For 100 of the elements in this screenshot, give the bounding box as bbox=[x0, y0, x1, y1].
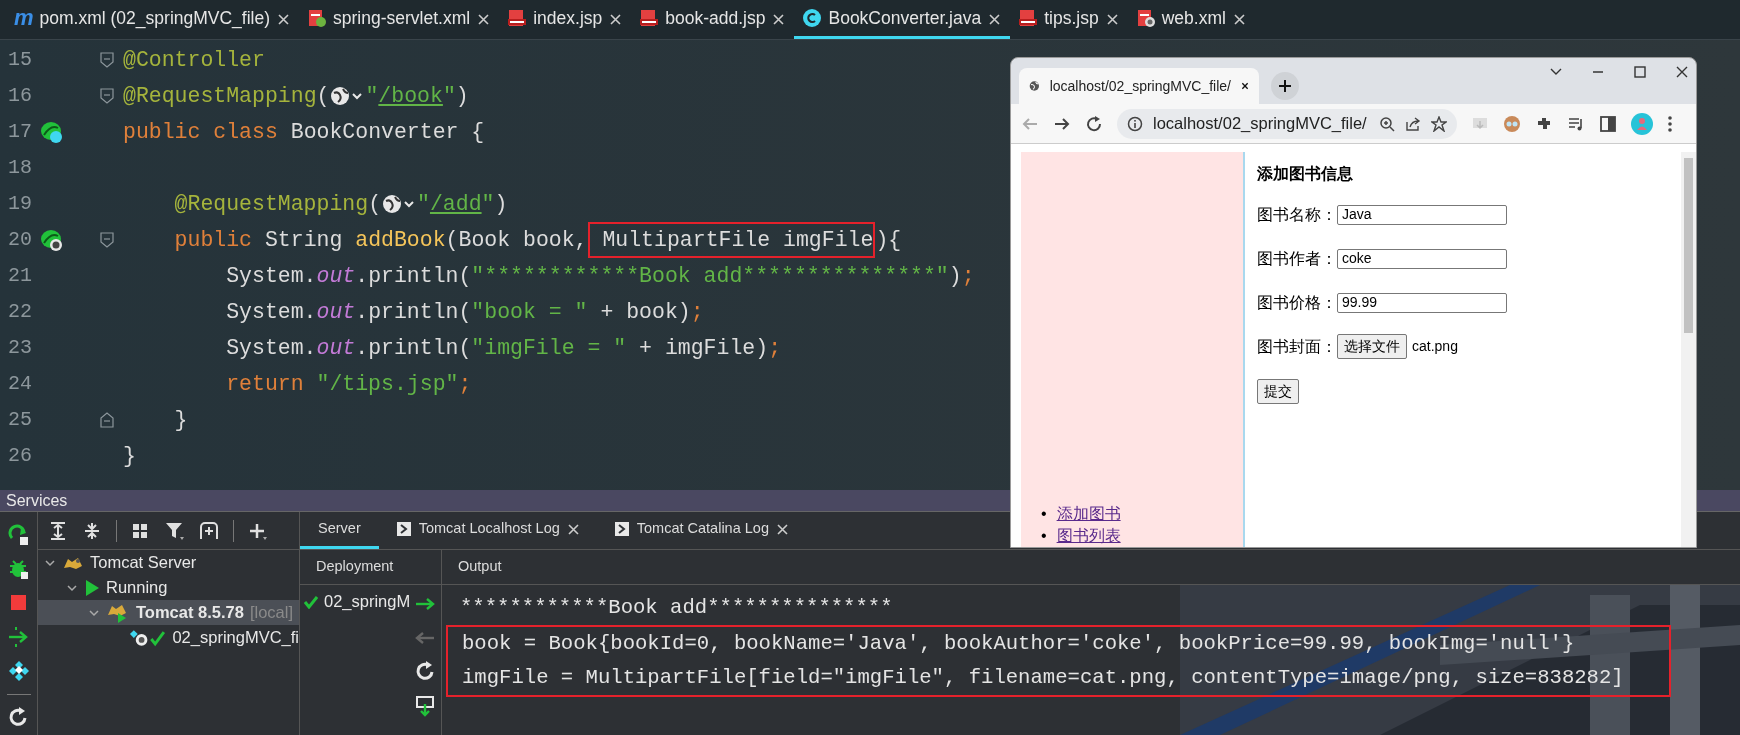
star-icon[interactable] bbox=[1431, 115, 1447, 132]
avatar-icon[interactable] bbox=[1631, 112, 1653, 135]
tree-item[interactable]: 02_springMVC_fi bbox=[38, 625, 299, 650]
panel-title: Services bbox=[6, 490, 68, 511]
close-icon[interactable] bbox=[610, 14, 622, 26]
console-icon bbox=[396, 522, 411, 536]
code-text: } bbox=[123, 442, 136, 470]
new-service-icon[interactable] bbox=[199, 520, 219, 541]
line-number: 18 bbox=[7, 155, 33, 181]
column-header: Output bbox=[458, 557, 502, 577]
check-icon bbox=[304, 594, 318, 609]
input-field[interactable]: Java bbox=[1337, 204, 1507, 225]
field-label: 图书封面： bbox=[1257, 337, 1337, 358]
console-line: ************Book add*************** bbox=[459, 594, 894, 621]
nav-link[interactable]: 图书列表 bbox=[1056, 527, 1121, 544]
fold-icon[interactable] bbox=[100, 52, 114, 68]
jsp-file-icon bbox=[639, 8, 660, 28]
list-bullet: • bbox=[1041, 527, 1047, 544]
nav-link[interactable]: 添加图书 bbox=[1056, 505, 1121, 522]
class-icon bbox=[802, 8, 823, 28]
jsp-file-icon bbox=[1018, 8, 1039, 28]
line-number: 24 bbox=[7, 371, 33, 397]
maximize-icon[interactable] bbox=[1632, 64, 1648, 80]
editor-tab[interactable]: tips.jsp bbox=[1010, 0, 1128, 39]
filter-icon[interactable] bbox=[165, 520, 185, 541]
close-icon[interactable] bbox=[773, 14, 785, 26]
list-bullet: • bbox=[1041, 505, 1047, 522]
diamond-icon[interactable] bbox=[7, 660, 30, 682]
editor-tab[interactable]: web.xml bbox=[1127, 0, 1255, 39]
tree-item[interactable]: Running bbox=[38, 575, 299, 600]
choose-file-button[interactable]: 选择文件 bbox=[1337, 334, 1407, 360]
fold-icon[interactable] bbox=[100, 88, 114, 104]
editor-tab[interactable]: spring-servlet.xml bbox=[299, 0, 500, 39]
code-text: System.out.println("book = " + book); bbox=[226, 298, 704, 326]
fold-icon[interactable] bbox=[100, 232, 114, 248]
highlighted-code: MultipartFile imgFile bbox=[587, 221, 876, 259]
panel-tab[interactable]: Tomcat Localhost Log bbox=[378, 512, 597, 549]
maven-icon: m bbox=[14, 7, 34, 29]
line-number: 20 bbox=[7, 227, 33, 253]
sidebar-icon[interactable] bbox=[1599, 114, 1617, 133]
input-field[interactable]: coke bbox=[1337, 248, 1507, 269]
field-label: 图书名称： bbox=[1257, 205, 1337, 226]
close-icon[interactable] bbox=[478, 14, 490, 26]
debug-icon[interactable] bbox=[7, 558, 30, 580]
browser-tab[interactable]: localhost/02_springMVC_file/ bbox=[1019, 68, 1259, 104]
bean-icon[interactable] bbox=[40, 228, 64, 252]
line-number: 17 bbox=[7, 119, 33, 145]
code-text: public class BookConverter { bbox=[123, 118, 485, 146]
console-line: book = Book{bookId=0, bookName='Java', bookAuthor='coke', bookPrice=99.99, bookImg='null'} bbox=[461, 630, 1576, 657]
scrollbar[interactable] bbox=[1681, 152, 1696, 547]
tree-item[interactable]: Tomcat Server bbox=[38, 550, 299, 575]
line-number: 22 bbox=[7, 299, 33, 325]
fold-icon[interactable] bbox=[100, 412, 114, 428]
new-tab-button[interactable] bbox=[1271, 72, 1299, 100]
close-icon[interactable] bbox=[567, 523, 579, 535]
deployment-item[interactable]: 02_springM bbox=[300, 589, 411, 614]
close-icon[interactable] bbox=[1241, 80, 1249, 92]
close-icon[interactable] bbox=[776, 523, 788, 535]
panel-tab[interactable]: Server bbox=[300, 512, 379, 549]
close-icon[interactable] bbox=[1106, 14, 1118, 26]
collapse-all-icon[interactable] bbox=[82, 520, 102, 541]
editor-tab[interactable]: book-add.jsp bbox=[631, 0, 795, 39]
info-icon bbox=[1127, 115, 1143, 132]
code-text: ){ bbox=[875, 226, 902, 254]
more-icon[interactable] bbox=[1667, 114, 1673, 133]
extension-icon[interactable] bbox=[1503, 114, 1521, 133]
tree-item[interactable]: Tomcat 8.5.78 [local] bbox=[38, 600, 299, 625]
xml-file-icon bbox=[1135, 8, 1156, 28]
zoom-icon[interactable] bbox=[1379, 115, 1395, 132]
input-field[interactable]: 99.99 bbox=[1337, 292, 1507, 313]
line-number: 15 bbox=[7, 47, 33, 73]
file-name: cat.png bbox=[1412, 337, 1458, 357]
deploy-icon[interactable] bbox=[7, 626, 30, 648]
globe-icon bbox=[1029, 78, 1040, 94]
editor-tab[interactable]: index.jsp bbox=[499, 0, 632, 39]
code-text: "/book") bbox=[365, 82, 469, 110]
code-text: System.out.println("************Book add***************"); bbox=[226, 262, 975, 290]
code-text: return "/tips.jsp"; bbox=[226, 370, 472, 398]
submit-button[interactable]: 提交 bbox=[1257, 379, 1299, 405]
close-icon[interactable] bbox=[1233, 14, 1245, 26]
code-text: public String addBook(Book book, bbox=[174, 226, 588, 254]
xml-file-icon bbox=[307, 8, 328, 28]
editor-tab[interactable]: m pom.xml (02_springMVC_file) bbox=[6, 0, 300, 39]
share-icon[interactable] bbox=[1405, 115, 1421, 132]
close-icon[interactable] bbox=[1674, 64, 1690, 80]
bean-icon[interactable] bbox=[40, 120, 64, 144]
address-bar[interactable]: localhost/02_springMVC_file/ bbox=[1117, 108, 1457, 139]
download-icon[interactable] bbox=[414, 695, 437, 717]
close-icon[interactable] bbox=[278, 14, 290, 26]
field-label: 图书价格： bbox=[1257, 293, 1337, 314]
code-text: "/add") bbox=[417, 190, 508, 218]
plus-icon[interactable] bbox=[1278, 79, 1292, 93]
run-icon bbox=[84, 578, 100, 597]
expand-all-icon[interactable] bbox=[48, 520, 68, 541]
rerun-icon[interactable] bbox=[7, 524, 30, 546]
close-icon[interactable] bbox=[989, 14, 1001, 26]
reload-icon[interactable] bbox=[1085, 114, 1103, 133]
line-number: 21 bbox=[7, 263, 33, 289]
code-text: System.out.println("imgFile = " + imgFile); bbox=[226, 334, 782, 362]
panel-tab[interactable]: Tomcat Catalina Log bbox=[596, 512, 806, 549]
